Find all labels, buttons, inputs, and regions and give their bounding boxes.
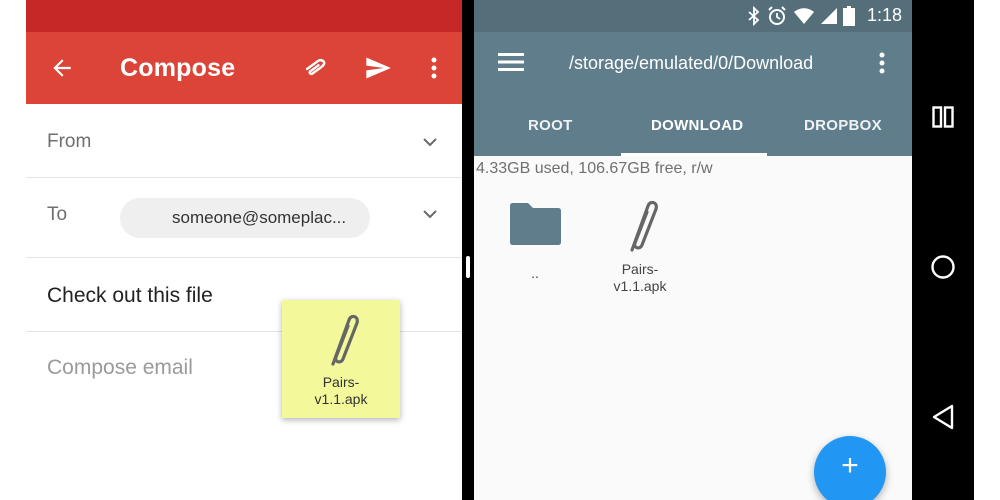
recents-split-icon[interactable] — [928, 102, 958, 132]
home-icon[interactable] — [928, 252, 958, 282]
back-icon[interactable] — [928, 402, 958, 432]
add-fab-button[interactable]: + — [814, 436, 886, 500]
storage-info: 4.33GB used, 106.67GB free, r/w — [476, 160, 713, 177]
split-screen-divider[interactable] — [462, 0, 474, 500]
location-tabs: ROOT DOWNLOAD DROPBOX — [474, 96, 912, 156]
chevron-down-icon[interactable] — [420, 132, 440, 152]
tab-dropbox[interactable]: DROPBOX — [804, 117, 882, 134]
active-tab-indicator — [621, 153, 767, 156]
recipient-chip[interactable]: someone@someplac... — [120, 198, 370, 238]
status-bar: 1:18 — [474, 0, 912, 32]
to-label: To — [47, 204, 68, 225]
overflow-menu-icon[interactable] — [878, 51, 886, 75]
plus-icon: + — [841, 449, 859, 482]
from-field[interactable]: From — [26, 104, 462, 178]
system-nav-bar — [912, 0, 974, 500]
file-manager-pane: 1:18 /storage/emulated/0/Download ROOT D… — [474, 0, 912, 500]
parent-folder-label: .. — [531, 265, 539, 281]
alarm-icon — [768, 5, 786, 25]
divider-handle[interactable] — [466, 256, 470, 278]
subject-text: Check out this file — [47, 284, 213, 307]
chevron-down-icon[interactable] — [420, 204, 440, 224]
signal-icon — [820, 7, 837, 24]
bluetooth-icon — [748, 5, 760, 26]
current-path: /storage/emulated/0/Download — [569, 53, 814, 73]
overflow-menu-icon[interactable] — [416, 50, 452, 86]
dragged-file-name: Pairs- v1.1.apk — [314, 374, 368, 407]
battery-icon — [842, 5, 855, 26]
recipient-chip-text: someone@someplac... — [172, 208, 347, 227]
attach-icon[interactable] — [298, 50, 334, 86]
compose-toolbar: Compose — [26, 32, 462, 104]
paperclip-icon — [630, 200, 658, 252]
hamburger-menu-icon[interactable] — [498, 51, 524, 73]
compose-title: Compose — [120, 54, 236, 82]
tab-root[interactable]: ROOT — [528, 117, 573, 134]
file-manager-toolbar: /storage/emulated/0/Download — [474, 32, 912, 96]
compose-body-placeholder[interactable]: Compose email — [47, 356, 193, 380]
paperclip-icon — [331, 314, 359, 366]
tab-download[interactable]: DOWNLOAD — [651, 117, 743, 134]
wifi-icon — [793, 7, 814, 24]
parent-folder-item[interactable]: .. — [506, 202, 564, 282]
dragged-file-tile[interactable]: Pairs- v1.1.apk — [282, 300, 400, 418]
from-label: From — [47, 131, 92, 152]
file-item-label: Pairs- v1.1.apk — [613, 261, 667, 294]
status-time: 1:18 — [866, 5, 902, 25]
send-icon[interactable] — [360, 50, 396, 86]
status-bar — [26, 0, 462, 32]
compose-pane: Compose From To someone@someplac... Chec… — [26, 0, 462, 500]
file-item[interactable]: Pairs- v1.1.apk — [598, 196, 682, 295]
folder-icon — [510, 203, 561, 245]
back-arrow-icon[interactable] — [44, 50, 80, 86]
to-field[interactable]: To someone@someplac... — [26, 178, 462, 258]
